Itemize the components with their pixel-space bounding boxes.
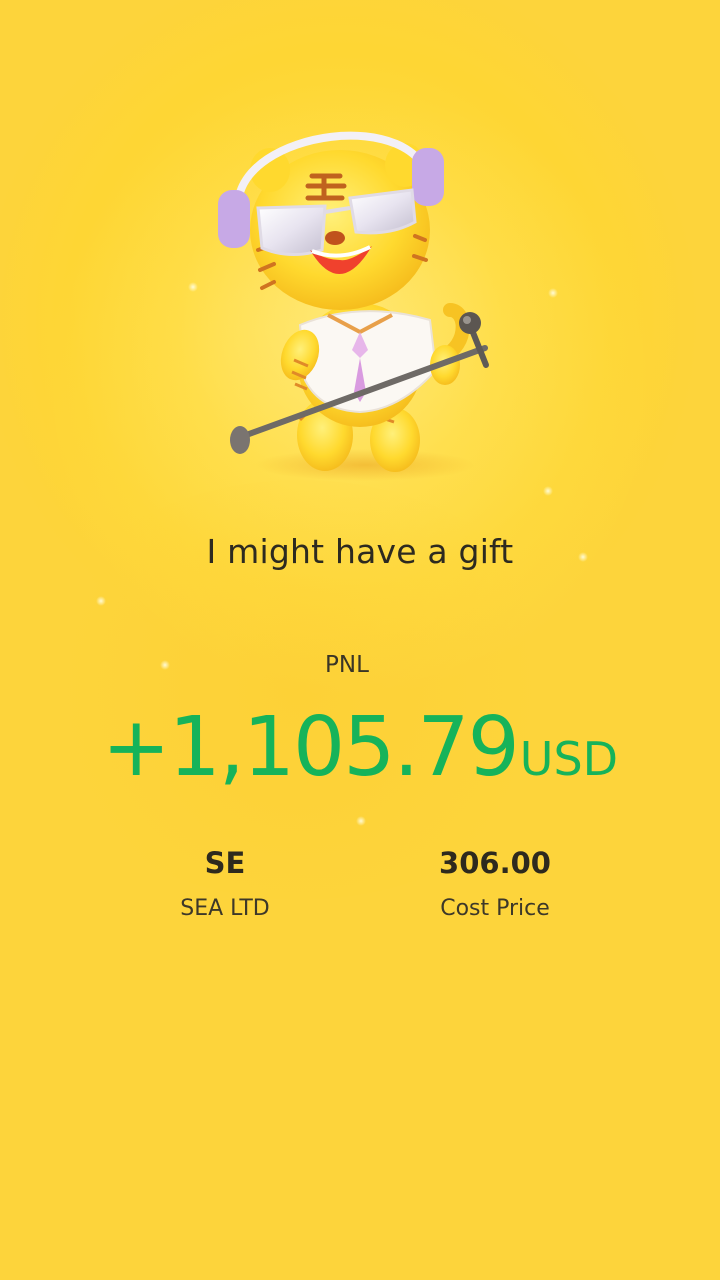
tiger-mascot-illustration bbox=[218, 131, 489, 481]
pnl-label: PNL bbox=[325, 652, 369, 678]
sparkle bbox=[96, 596, 106, 606]
pnl-value-display: +1,105.79USD bbox=[0, 700, 720, 795]
pnl-currency: USD bbox=[519, 732, 619, 786]
sparkle bbox=[160, 660, 170, 670]
sparkle bbox=[548, 288, 558, 298]
stock-ticker: SE bbox=[204, 846, 246, 880]
cost-info: 306.00 Cost Price bbox=[365, 846, 625, 921]
cost-price-label: Cost Price bbox=[440, 896, 550, 921]
stock-info: SE SEA LTD bbox=[95, 846, 355, 921]
sparkle bbox=[543, 486, 553, 496]
sparkle bbox=[188, 282, 198, 292]
pnl-amount: +1,105.79 bbox=[101, 700, 520, 795]
headline-text: I might have a gift bbox=[206, 532, 514, 571]
stock-name: SEA LTD bbox=[180, 896, 270, 921]
cost-price-value: 306.00 bbox=[439, 846, 551, 880]
sparkle bbox=[356, 816, 366, 826]
